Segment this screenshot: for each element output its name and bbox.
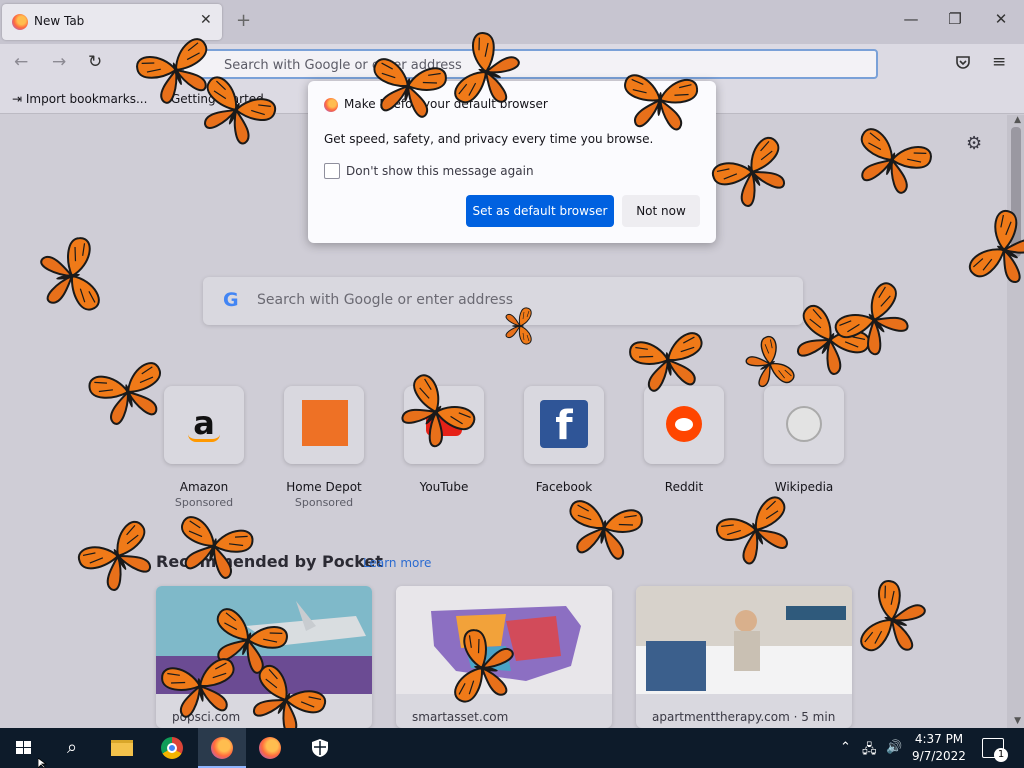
top-site-tile: a [164,386,244,464]
card-source: smartasset.com [412,710,509,724]
import-bookmarks-link[interactable]: ⇥ Import bookmarks... [12,92,147,106]
import-bookmarks-label: Import bookmarks... [25,92,148,106]
arrow-right-icon[interactable]: → [52,52,66,72]
volume-icon[interactable]: 🔊 [886,740,902,755]
url-bar-placeholder: Search with Google or enter address [224,58,462,73]
notification-count-badge: 1 [994,748,1008,762]
top-site-home-depot[interactable]: Home Depot Sponsored [264,386,384,509]
scroll-up-icon[interactable]: ▲ [1014,115,1021,125]
firefox-favicon-icon [12,14,28,30]
google-logo-icon: G [223,289,239,311]
top-site-amazon[interactable]: a Amazon Sponsored [144,386,264,509]
wikipedia-icon [786,406,822,442]
home-depot-icon [302,400,348,446]
network-icon[interactable]: 🖧 [862,740,877,762]
pocket-card[interactable]: popsci.com [156,586,372,728]
navigation-toolbar: ← → ↻ Search with Google or enter addres… [0,44,1024,84]
tab-title: New Tab [34,14,85,28]
reddit-icon [666,406,702,442]
newtab-search-placeholder: Search with Google or enter address [257,292,514,308]
hamburger-menu-icon[interactable]: ≡ [992,52,1006,72]
window-minimize-button[interactable]: — [896,10,926,28]
card-thumbnail [636,586,852,694]
top-site-tile: f [524,386,604,464]
top-site-reddit[interactable]: Reddit [624,386,744,494]
pocket-card[interactable]: apartmenttherapy.com · 5 min [636,586,852,728]
newtab-search-input[interactable]: G Search with Google or enter address [203,277,803,325]
top-site-tile [644,386,724,464]
windows-logo-icon [16,741,32,755]
top-site-wikipedia[interactable]: Wikipedia [744,386,864,494]
not-now-button[interactable]: Not now [622,195,700,227]
card-thumbnail [396,586,612,694]
dont-show-again-label[interactable]: Don't show this message again [346,164,534,178]
pocket-learn-more-link[interactable]: Learn more [363,556,431,570]
default-browser-dialog: Make Firefox your default browser Get sp… [308,81,716,243]
clock-date: 9/7/2022 [912,749,966,763]
top-site-youtube[interactable]: YouTube [384,386,504,494]
dialog-message: Get speed, safety, and privacy every tim… [324,132,654,146]
scroll-down-icon[interactable]: ▼ [1014,716,1021,726]
file-explorer-icon[interactable] [98,728,146,768]
scrollbar-thumb[interactable] [1011,127,1021,257]
youtube-icon [426,410,462,436]
amazon-smile-icon [188,434,220,442]
dialog-title: Make Firefox your default browser [344,97,548,111]
top-site-sponsored: Sponsored [174,496,234,509]
window-restore-button[interactable]: ❐ [940,10,970,28]
top-site-facebook[interactable]: f Facebook [504,386,624,494]
top-site-tile [284,386,364,464]
set-default-browser-button[interactable]: Set as default browser [466,195,614,227]
import-icon: ⇥ [12,92,26,106]
card-source: popsci.com [172,710,241,724]
pocket-section-title: Recommended by Pocket [156,552,383,571]
card-thumbnail [156,586,372,694]
gear-icon[interactable]: ⚙ [966,133,982,154]
taskbar-clock[interactable]: 4:37 PM 9/7/2022 [908,731,970,765]
windows-taskbar: ⌕ ⌃ 🖧 🔊 4:37 PM 9/7/2022 1 [0,728,1024,768]
firefox-taskbar-icon[interactable] [246,728,294,768]
pocket-card[interactable]: smartasset.com [396,586,612,728]
arrow-left-icon[interactable]: ← [14,52,28,72]
top-site-tile [764,386,844,464]
window-close-button[interactable]: ✕ [986,10,1016,28]
top-site-label: YouTube [419,480,469,494]
top-site-tile [404,386,484,464]
getting-started-bookmark[interactable]: Getting Started [171,92,264,106]
chrome-icon[interactable] [148,728,196,768]
new-tab-button[interactable]: + [236,10,251,31]
facebook-icon: f [540,400,588,449]
top-site-label: Amazon [179,480,229,494]
chevron-up-icon[interactable]: ⌃ [840,740,851,755]
url-bar[interactable]: Search with Google or enter address [182,49,878,79]
security-shield-icon[interactable] [296,728,344,768]
tab-bar: New Tab ✕ + — ❐ ✕ [0,0,1024,44]
dont-show-again-checkbox[interactable] [324,163,340,179]
tab-close-icon[interactable]: ✕ [200,12,212,28]
taskbar-search-icon[interactable]: ⌕ [48,728,96,768]
clock-time: 4:37 PM [914,732,964,746]
reload-icon[interactable]: ↻ [88,52,102,72]
pocket-icon[interactable] [955,54,971,75]
tab-new-tab[interactable]: New Tab ✕ [2,4,222,40]
top-site-label: Wikipedia [774,480,834,494]
firefox-taskbar-active-icon[interactable] [198,728,246,768]
mouse-cursor-icon [38,758,48,768]
top-site-label: Home Depot [286,480,362,494]
top-site-label: Facebook [535,480,593,494]
vertical-scrollbar[interactable]: ▲ ▼ [1007,115,1024,728]
card-source: apartmenttherapy.com · 5 min [652,710,836,724]
top-site-label: Reddit [664,480,704,494]
top-site-sponsored: Sponsored [294,496,354,509]
firefox-icon [324,98,338,112]
